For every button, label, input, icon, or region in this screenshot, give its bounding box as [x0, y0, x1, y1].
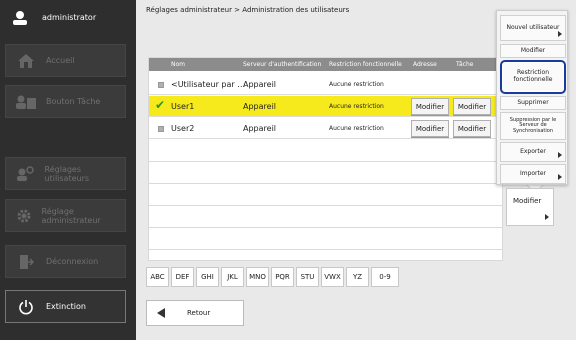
- user-name: <Utilisateur par …: [171, 80, 246, 89]
- filter-tab-jkl[interactable]: JKL: [221, 267, 244, 287]
- sidebar-item-label: Réglage administrateur: [41, 206, 101, 225]
- filter-tab-def[interactable]: DEF: [171, 267, 194, 287]
- sidebar-item-admin-settings[interactable]: Réglage administrateur: [5, 199, 126, 232]
- column-header-task: Tâche: [456, 61, 474, 68]
- caret-right-icon: [558, 31, 562, 37]
- user-name: User2: [171, 124, 195, 133]
- logout-icon: [6, 254, 46, 270]
- divider: [149, 227, 502, 228]
- sidebar-item-user-settings[interactable]: Réglages utilisateurs: [5, 157, 126, 190]
- filter-tab-yz[interactable]: YZ: [346, 267, 369, 287]
- table-header: Nom Serveur d'authentification Restricti…: [149, 58, 502, 71]
- modify-task-button[interactable]: Modifier: [453, 98, 491, 115]
- power-icon: [6, 299, 46, 315]
- breadcrumb: Réglages administrateur > Administration…: [146, 6, 350, 14]
- restriction: Aucune restriction: [329, 103, 384, 110]
- checkbox[interactable]: [158, 82, 164, 88]
- modify-address-button[interactable]: Modifier: [411, 120, 449, 137]
- task-icon: [6, 94, 46, 110]
- user-list: Nom Serveur d'authentification Restricti…: [148, 57, 503, 261]
- alphabet-filter: ABC DEF GHI JKL MNO PQR STU VWX YZ 0-9: [146, 267, 399, 287]
- context-menu: Nouvel utilisateur Modifier Restriction …: [496, 10, 568, 185]
- caret-right-icon: [558, 152, 562, 158]
- back-arrow-icon: [157, 308, 165, 318]
- filter-tab-stu[interactable]: STU: [296, 267, 319, 287]
- modify-address-button[interactable]: Modifier: [411, 98, 449, 115]
- auth-server: Appareil: [243, 102, 277, 111]
- sidebar-item-label: Déconnexion: [46, 257, 99, 266]
- back-button[interactable]: Retour: [146, 300, 244, 326]
- modify-task-button[interactable]: Modifier: [453, 120, 491, 137]
- back-button-label: Retour: [187, 309, 211, 317]
- column-header-address: Adresse: [413, 61, 437, 68]
- user-name: administrator: [42, 13, 97, 22]
- filter-tab-vwx[interactable]: VWX: [321, 267, 344, 287]
- user-header: administrator: [0, 0, 136, 35]
- checkbox[interactable]: [158, 126, 164, 132]
- caret-right-icon: [558, 174, 562, 180]
- menu-item-delete[interactable]: Supprimer: [500, 96, 566, 110]
- menu-item-sync-server-delete[interactable]: Suppression par le Serveur de Synchronis…: [500, 112, 566, 140]
- filter-tab-mno[interactable]: MNO: [246, 267, 269, 287]
- sidebar-item-label: Réglages utilisateurs: [44, 164, 90, 183]
- restriction: Aucune restriction: [329, 81, 384, 88]
- divider: [149, 161, 502, 162]
- divider: [149, 183, 502, 184]
- column-header-restriction: Restriction fonctionnelle: [329, 61, 402, 68]
- modify-menu-button[interactable]: Modifier: [506, 188, 554, 226]
- menu-item-import[interactable]: Importer: [500, 164, 566, 184]
- column-header-name: Nom: [171, 61, 186, 68]
- user-name: User1: [171, 102, 195, 111]
- gear-icon: [6, 208, 42, 224]
- home-icon: [6, 53, 46, 69]
- restriction: Aucune restriction: [329, 125, 384, 132]
- user-settings-icon: [6, 165, 45, 182]
- sidebar-item-label: Extinction: [46, 302, 86, 311]
- table-row[interactable]: User2 Appareil Aucune restriction Modifi…: [149, 118, 502, 139]
- filter-tab-0-9[interactable]: 0-9: [371, 267, 399, 287]
- sidebar-item-label: Bouton Tâche: [46, 97, 101, 106]
- menu-item-functional-restriction[interactable]: Restriction fonctionnelle: [500, 60, 566, 94]
- sidebar-item-logout[interactable]: Déconnexion: [5, 245, 126, 278]
- column-header-auth-server: Serveur d'authentification: [243, 61, 322, 68]
- sidebar-item-home[interactable]: Accueil: [5, 44, 126, 77]
- table-row[interactable]: <Utilisateur par … Appareil Aucune restr…: [149, 74, 502, 95]
- divider: [149, 205, 502, 206]
- table-row-selected[interactable]: ✔ User1 Appareil Aucune restriction Modi…: [149, 96, 502, 117]
- filter-tab-ghi[interactable]: GHI: [196, 267, 219, 287]
- user-icon: [13, 10, 27, 25]
- sidebar: administrator Accueil Bouton Tâche Régla…: [0, 0, 136, 340]
- sidebar-item-shutdown[interactable]: Extinction: [5, 290, 126, 323]
- menu-item-modify[interactable]: Modifier: [500, 44, 566, 58]
- check-icon: ✔: [155, 98, 166, 112]
- filter-tab-pqr[interactable]: PQR: [271, 267, 294, 287]
- auth-server: Appareil: [243, 80, 277, 89]
- sidebar-item-task-button[interactable]: Bouton Tâche: [5, 85, 126, 118]
- caret-right-icon: [545, 214, 549, 220]
- filter-tab-abc[interactable]: ABC: [146, 267, 169, 287]
- menu-item-export[interactable]: Exporter: [500, 142, 566, 162]
- sidebar-item-label: Accueil: [46, 56, 75, 65]
- divider: [149, 249, 502, 250]
- menu-item-new-user[interactable]: Nouvel utilisateur: [500, 15, 566, 41]
- auth-server: Appareil: [243, 124, 277, 133]
